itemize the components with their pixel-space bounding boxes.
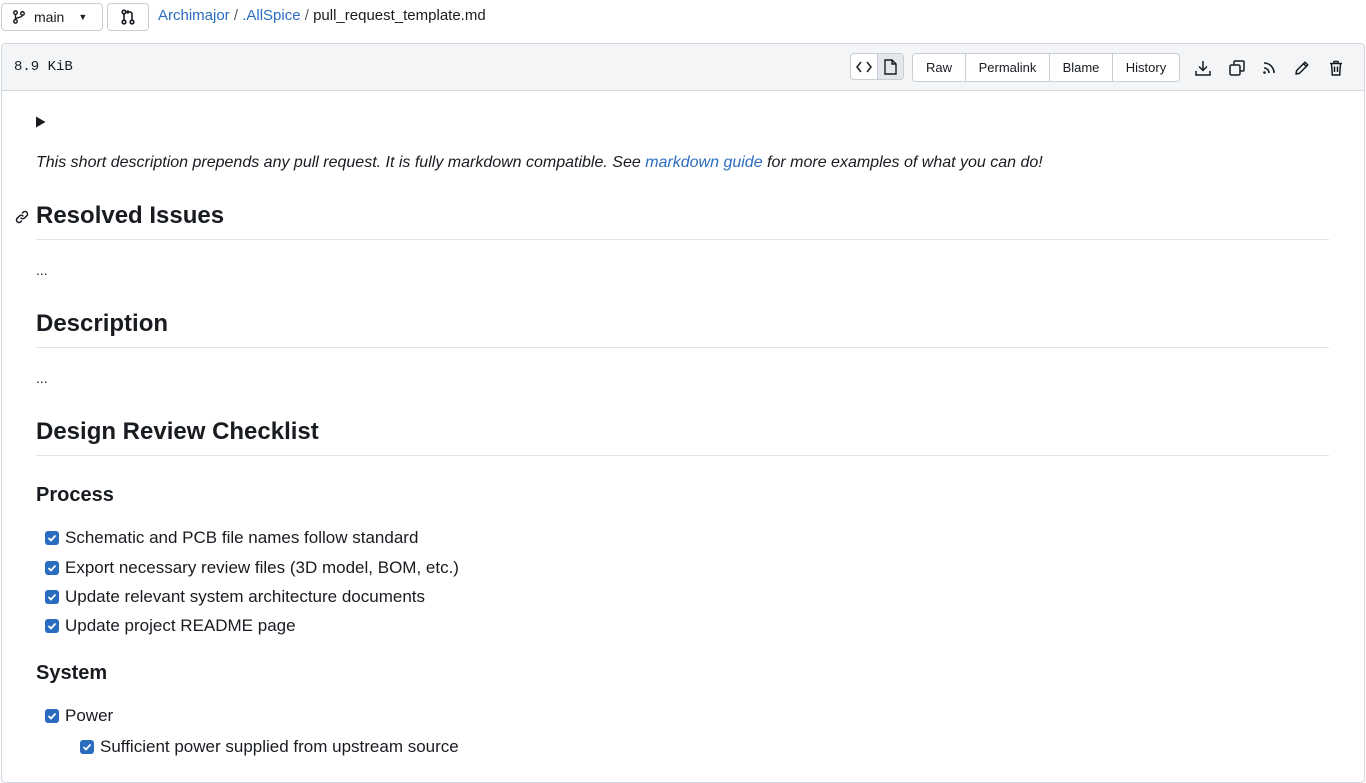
checkmark-icon bbox=[47, 534, 57, 542]
breadcrumb-separator: / bbox=[304, 7, 309, 24]
rendered-view-button[interactable] bbox=[876, 54, 903, 79]
heading-process: Process bbox=[36, 484, 114, 506]
task-label: Export necessary review files (3D model,… bbox=[65, 558, 459, 577]
raw-button[interactable]: Raw bbox=[913, 54, 966, 81]
rss-button[interactable] bbox=[1259, 58, 1279, 78]
heading-system: System bbox=[36, 662, 108, 684]
download-button[interactable] bbox=[1193, 58, 1213, 78]
branch-selector-button[interactable]: main ▼ bbox=[1, 3, 103, 31]
source-view-button[interactable] bbox=[851, 54, 877, 79]
top-bar: main ▼ Archimajor / .AllSpice / pull_req… bbox=[0, 0, 1366, 34]
pull-request-button[interactable] bbox=[107, 3, 149, 31]
task-label: Power bbox=[65, 706, 114, 725]
trash-icon bbox=[1330, 60, 1342, 76]
code-icon bbox=[856, 61, 872, 72]
checkmark-icon bbox=[47, 712, 57, 720]
template-intro-text: This short description prepends any pull… bbox=[36, 153, 1043, 173]
checkmark-icon bbox=[47, 564, 57, 572]
task-list-item: Update relevant system architecture docu… bbox=[45, 586, 425, 608]
branch-icon bbox=[13, 10, 25, 24]
heading-resolved-issues: Resolved Issues bbox=[36, 201, 1329, 240]
delete-button[interactable] bbox=[1326, 58, 1346, 78]
task-label: Sufficient power supplied from upstream … bbox=[100, 737, 459, 756]
breadcrumb-owner-link[interactable]: Archimajor bbox=[158, 7, 230, 24]
download-icon bbox=[1195, 61, 1211, 76]
task-label: Schematic and PCB file names follow stan… bbox=[65, 528, 419, 547]
intro-text-start: This short description prepends any pull… bbox=[36, 154, 646, 171]
copy-icon bbox=[1229, 60, 1245, 76]
heading-design-review-checklist: Design Review Checklist bbox=[36, 417, 1329, 456]
chevron-down-icon: ▼ bbox=[78, 12, 88, 22]
branch-label: main bbox=[34, 9, 65, 25]
link-anchor-icon[interactable] bbox=[14, 209, 30, 225]
view-toggle bbox=[850, 53, 904, 80]
file-size: 8.9 KiB bbox=[14, 59, 73, 75]
task-list-item: Schematic and PCB file names follow stan… bbox=[45, 527, 418, 549]
markdown-guide-link[interactable]: markdown guide bbox=[645, 154, 762, 171]
rss-icon bbox=[1263, 62, 1275, 74]
disclosure-triangle-icon[interactable] bbox=[35, 116, 47, 128]
copy-button[interactable] bbox=[1227, 58, 1247, 78]
task-list-item: Export necessary review files (3D model,… bbox=[45, 557, 459, 579]
breadcrumb: Archimajor / .AllSpice / pull_request_te… bbox=[158, 7, 486, 25]
checkbox-checked[interactable] bbox=[45, 619, 59, 633]
intro-text-end: for more examples of what you can do! bbox=[762, 154, 1043, 171]
checkmark-icon bbox=[47, 622, 57, 630]
checkbox-checked[interactable] bbox=[80, 740, 94, 754]
checkmark-icon bbox=[47, 593, 57, 601]
checkbox-checked[interactable] bbox=[45, 531, 59, 545]
resolved-issues-body: ... bbox=[36, 262, 48, 278]
checkbox-checked[interactable] bbox=[45, 709, 59, 723]
file-actions-group: Raw Permalink Blame History bbox=[912, 53, 1180, 82]
pencil-icon bbox=[1295, 61, 1309, 75]
file-header: 8.9 KiB Raw Permalink Blame History bbox=[2, 44, 1364, 91]
checkbox-checked[interactable] bbox=[45, 590, 59, 604]
edit-button[interactable] bbox=[1292, 58, 1312, 78]
permalink-button[interactable]: Permalink bbox=[966, 54, 1050, 81]
history-button[interactable]: History bbox=[1113, 54, 1179, 81]
pull-request-icon bbox=[121, 9, 135, 25]
task-label: Update relevant system architecture docu… bbox=[65, 587, 426, 606]
breadcrumb-separator: / bbox=[233, 7, 239, 24]
task-label: Update project README page bbox=[65, 616, 296, 635]
blame-button[interactable]: Blame bbox=[1050, 54, 1113, 81]
file-icon bbox=[884, 58, 897, 75]
checkbox-checked[interactable] bbox=[45, 561, 59, 575]
task-list-item: Update project README page bbox=[45, 615, 296, 637]
task-list-item-nested: Sufficient power supplied from upstream … bbox=[80, 736, 459, 758]
breadcrumb-file-name: pull_request_template.md bbox=[313, 7, 486, 24]
task-list-item: Power bbox=[45, 705, 113, 727]
description-body: ... bbox=[36, 370, 48, 386]
breadcrumb-repo-link[interactable]: .AllSpice bbox=[242, 7, 300, 24]
heading-description: Description bbox=[36, 309, 1329, 348]
checkmark-icon bbox=[82, 743, 92, 751]
